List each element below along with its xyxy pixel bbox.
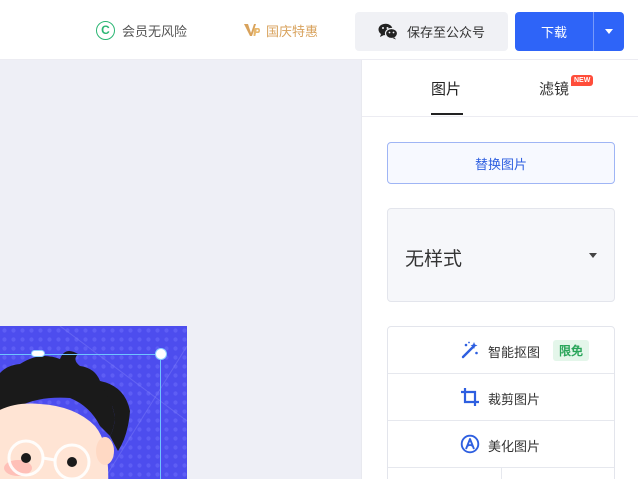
crop-image-button[interactable]: 裁剪图片 — [388, 374, 614, 421]
risk-free-label: 会员无风险 — [122, 23, 188, 39]
tools-divider — [501, 468, 502, 479]
properties-panel: 图片 滤镜 NEW 替换图片 无样式 智能抠图 限免 裁剪图片 美化图片 — [361, 60, 638, 479]
style-dropdown[interactable]: 无样式 — [387, 208, 615, 302]
beautify-image-button[interactable]: 美化图片 — [388, 421, 614, 468]
replace-image-label: 替换图片 — [474, 156, 527, 172]
tab-image[interactable]: 图片 — [431, 78, 461, 99]
selection-frame[interactable] — [0, 354, 161, 479]
save-to-wechat-label: 保存至公众号 — [406, 25, 485, 40]
editor-canvas[interactable] — [0, 60, 361, 479]
beautify-icon — [459, 433, 481, 455]
magic-wand-icon — [459, 339, 481, 361]
save-to-wechat-button[interactable]: 保存至公众号 — [355, 12, 508, 51]
active-tab-indicator — [431, 113, 463, 115]
top-bar: C 会员无风险 国庆特惠 保存至公众号 下载 — [0, 0, 638, 60]
crop-image-label: 裁剪图片 — [488, 392, 541, 407]
tab-filter[interactable]: 滤镜 — [539, 78, 569, 99]
top-resize-handle[interactable] — [31, 350, 45, 357]
new-badge: NEW — [571, 75, 594, 86]
more-tools-row — [388, 468, 614, 479]
beautify-image-label: 美化图片 — [488, 439, 541, 454]
crop-icon — [459, 386, 481, 408]
promo-link[interactable]: 国庆特惠 — [243, 0, 318, 60]
download-button[interactable]: 下载 — [515, 12, 593, 51]
download-options-button[interactable] — [594, 12, 624, 51]
style-dropdown-value: 无样式 — [405, 249, 463, 270]
download-label: 下载 — [540, 25, 567, 40]
caret-down-icon — [605, 29, 613, 34]
image-tools-list: 智能抠图 限免 裁剪图片 美化图片 — [387, 326, 615, 479]
wechat-icon — [378, 23, 398, 40]
smart-cutout-label: 智能抠图 — [488, 345, 541, 360]
replace-image-button[interactable]: 替换图片 — [387, 142, 615, 184]
corner-resize-handle[interactable] — [155, 348, 167, 360]
caret-down-icon — [589, 253, 597, 258]
download-button-group: 下载 — [515, 12, 624, 51]
panel-tabs: 图片 滤镜 NEW — [362, 60, 638, 117]
copyright-circle-icon: C — [96, 20, 115, 40]
free-badge: 限免 — [553, 340, 590, 361]
risk-free-link[interactable]: C 会员无风险 — [96, 0, 187, 60]
vip-icon — [244, 24, 260, 36]
smart-cutout-button[interactable]: 智能抠图 限免 — [388, 327, 614, 374]
promo-label: 国庆特惠 — [266, 23, 319, 39]
